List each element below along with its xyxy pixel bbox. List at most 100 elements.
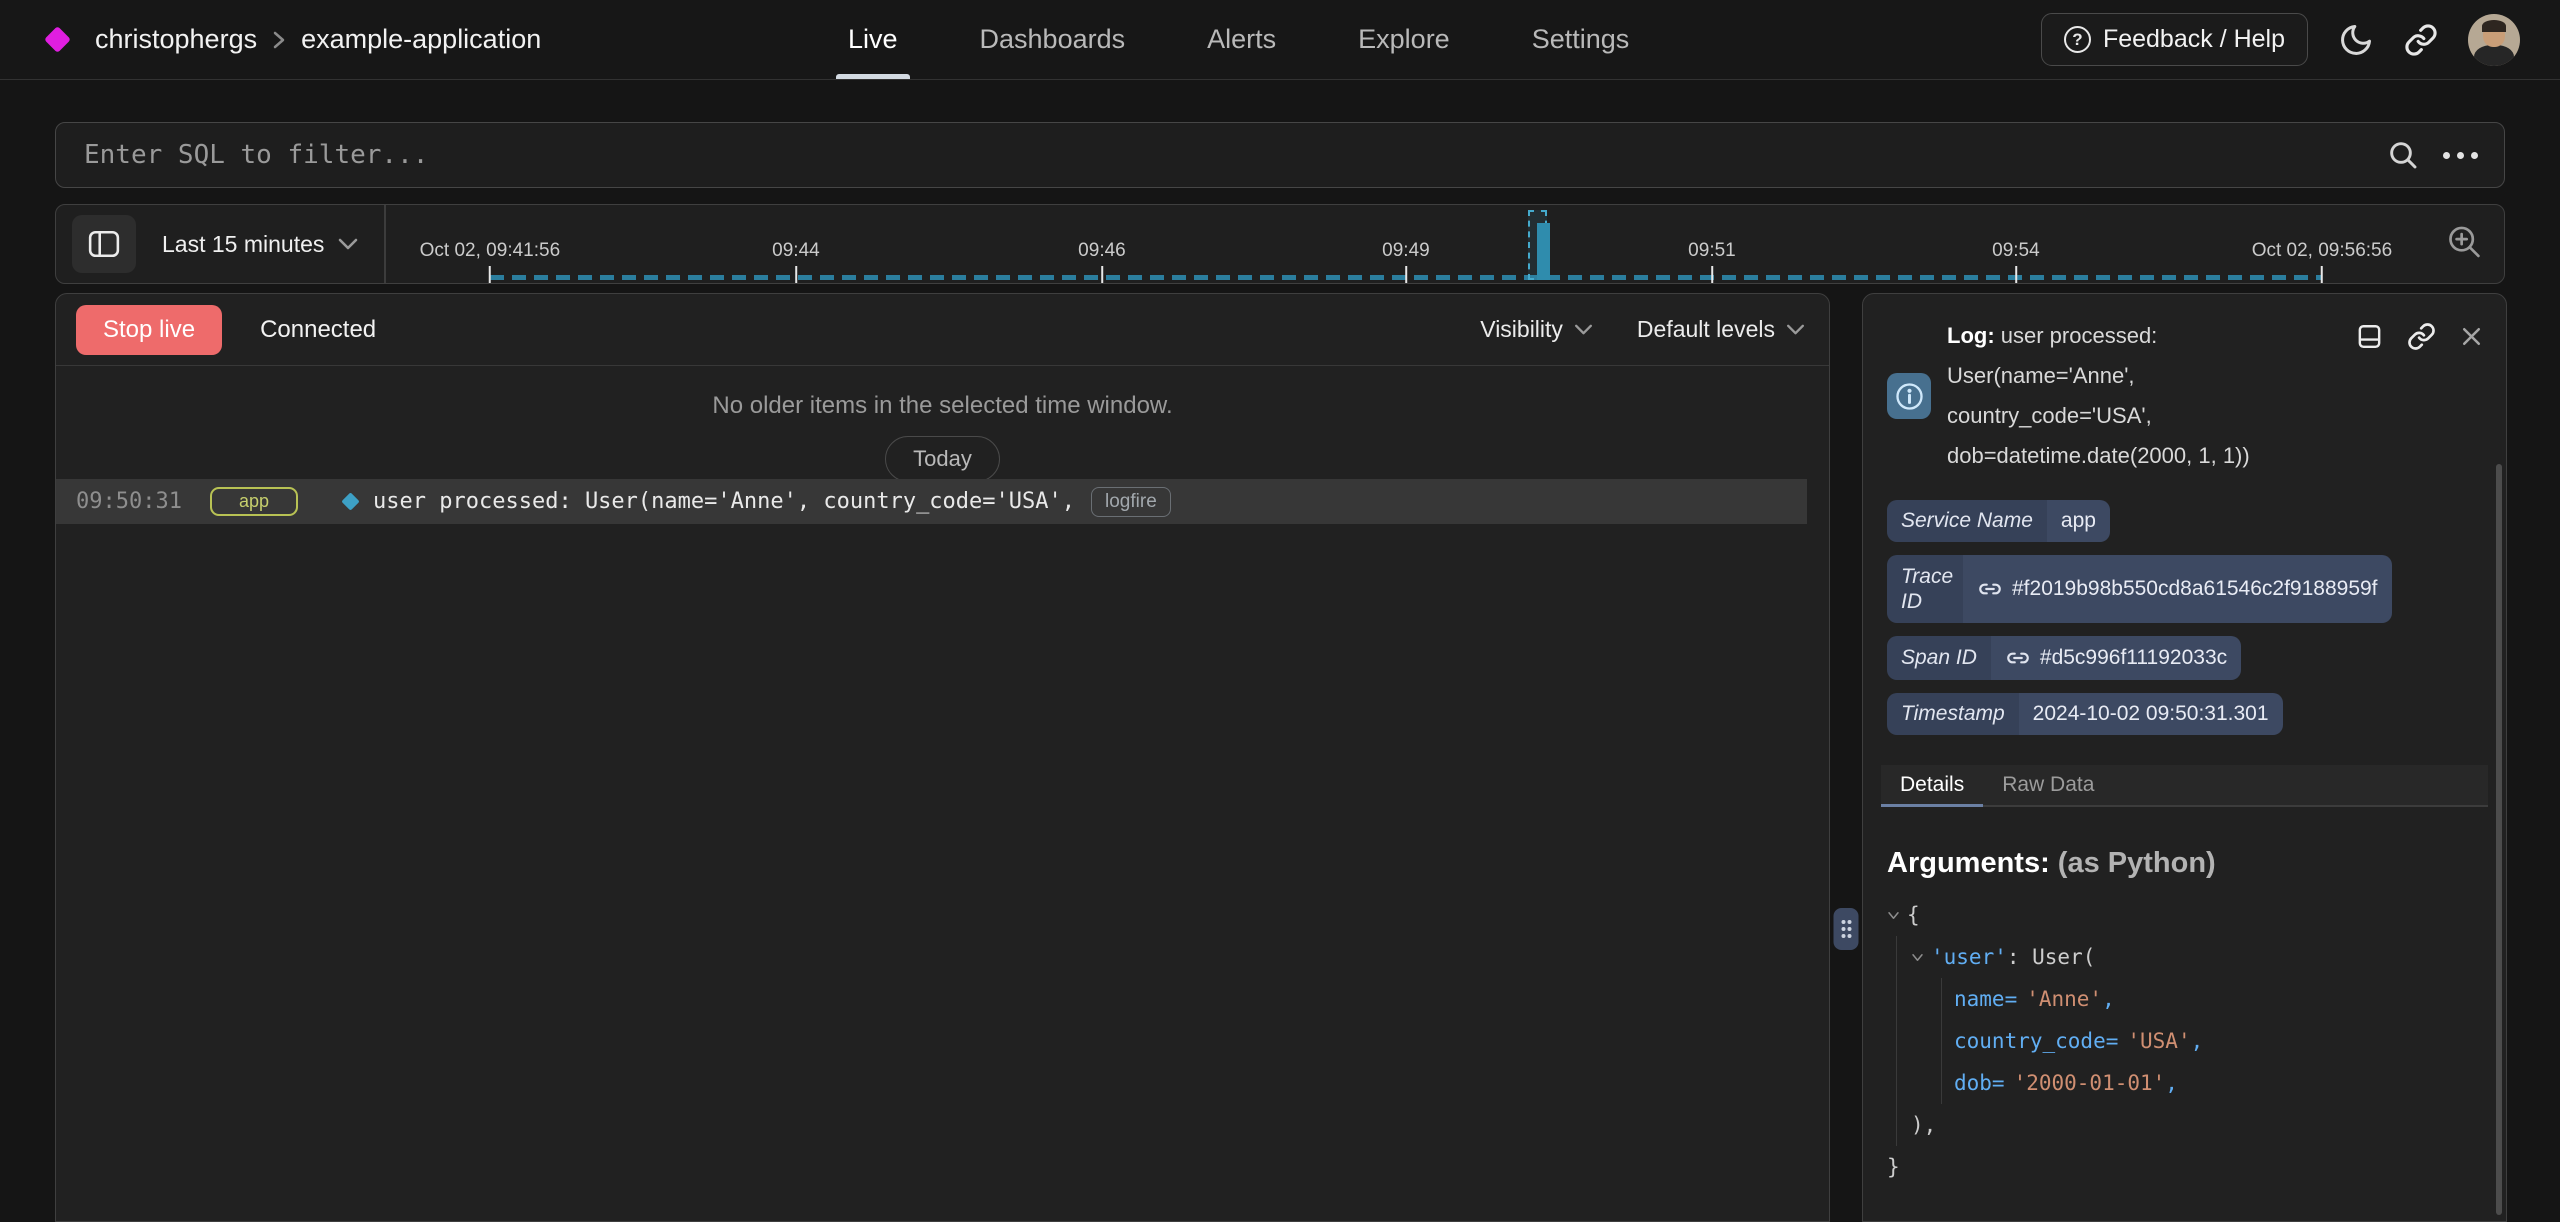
feedback-help-label: Feedback / Help	[2103, 25, 2285, 54]
arguments-code: { 'user': User( name='Anne', country_cod…	[1887, 894, 2488, 1188]
scope-badge[interactable]: logfire	[1091, 487, 1171, 517]
breadcrumb-org[interactable]: christophergs	[95, 24, 257, 55]
detail-tabs: Details Raw Data	[1881, 765, 2488, 807]
resizer-grip-handle[interactable]	[1834, 908, 1859, 950]
log-time: 09:50:31	[76, 489, 182, 514]
timeline-chart[interactable]: Oct 02, 09:41:56 09:44 09:46 09:49 09:51…	[386, 205, 2426, 283]
trace-id-value: #f2019b98b550cd8a61546c2f9188959f	[2012, 577, 2378, 601]
default-levels-dropdown[interactable]: Default levels	[1637, 316, 1805, 343]
live-body: No older items in the selected time wind…	[56, 366, 1829, 1221]
tab-dashboards[interactable]: Dashboards	[980, 0, 1126, 79]
timeline-zoom-button[interactable]	[2440, 223, 2490, 266]
sql-filter-bar	[55, 122, 2505, 188]
tab-raw-data[interactable]: Raw Data	[1983, 765, 2113, 805]
trace-id-pill[interactable]: Trace ID #f2019b98b550cd8a61546c2f918895…	[1887, 555, 2392, 623]
moon-icon	[2338, 22, 2374, 58]
tab-alerts[interactable]: Alerts	[1207, 0, 1276, 79]
code-line: ),	[1911, 1104, 2488, 1146]
filter-actions	[2387, 139, 2478, 171]
topbar: christophergs example-application Live D…	[0, 0, 2560, 80]
live-header: Stop live Connected Visibility Default l…	[56, 294, 1829, 366]
timeline-tick: 09:44	[772, 240, 820, 283]
log-detail-panel: Log: user processed: User(name='Anne', c…	[1862, 293, 2507, 1222]
help-circle-icon: ?	[2064, 26, 2091, 53]
arguments-heading: Arguments: (as Python)	[1887, 847, 2482, 880]
span-id-value: #d5c996f11192033c	[2040, 646, 2227, 670]
share-link-button[interactable]	[2404, 23, 2438, 57]
detail-header-actions	[2355, 322, 2484, 351]
info-icon	[1894, 381, 1925, 412]
sql-filter-input[interactable]	[82, 139, 2371, 171]
tab-details[interactable]: Details	[1881, 765, 1983, 805]
brand: christophergs example-application	[40, 24, 541, 55]
stop-live-button[interactable]: Stop live	[76, 305, 222, 355]
code-line: dob='2000-01-01',	[1954, 1062, 2488, 1104]
service-badge[interactable]: app	[210, 487, 298, 516]
link-icon	[2407, 322, 2436, 351]
chevron-down-icon	[338, 238, 358, 250]
sidebar-toggle-button[interactable]	[72, 215, 136, 273]
tab-explore[interactable]: Explore	[1358, 0, 1450, 79]
copy-link-button[interactable]	[2407, 322, 2436, 351]
log-message: user processed: User(name='Anne', countr…	[373, 489, 1075, 514]
user-avatar[interactable]	[2468, 14, 2520, 66]
feedback-help-button[interactable]: ? Feedback / Help	[2041, 13, 2308, 66]
detail-scrollbar[interactable]	[2496, 464, 2502, 1215]
info-level-chip	[1887, 373, 1931, 419]
breadcrumb: christophergs example-application	[95, 24, 541, 55]
link-icon	[2404, 23, 2438, 57]
detail-title: Log: user processed: User(name='Anne', c…	[1947, 316, 2259, 476]
theme-toggle-button[interactable]	[2338, 22, 2374, 58]
timestamp-pill: Timestamp 2024-10-02 09:50:31.301	[1887, 693, 2283, 735]
close-icon	[2459, 324, 2484, 349]
app-root: christophergs example-application Live D…	[0, 0, 2560, 1222]
code-line[interactable]: {	[1887, 894, 2488, 936]
toggle-layout-button[interactable]	[2355, 322, 2384, 351]
timeline-bar: Last 15 minutes Oct 02, 09:41:56 09:44 0…	[55, 204, 2505, 284]
tab-live[interactable]: Live	[848, 0, 898, 79]
link-icon	[2005, 645, 2031, 671]
panel-resizer[interactable]	[1830, 293, 1862, 1222]
detail-header: Log: user processed: User(name='Anne', c…	[1881, 308, 2488, 482]
visibility-dropdown[interactable]: Visibility	[1480, 316, 1593, 343]
service-name-pill: Service Name app	[1887, 500, 2110, 542]
timeline-tick: 09:49	[1382, 240, 1430, 283]
live-log-panel: Stop live Connected Visibility Default l…	[55, 293, 1830, 1222]
grip-dots-icon	[1839, 918, 1853, 940]
tab-settings[interactable]: Settings	[1532, 0, 1630, 79]
empty-window-notice: No older items in the selected time wind…	[712, 392, 1172, 420]
time-range-label: Last 15 minutes	[162, 231, 324, 258]
avatar-torso	[2474, 45, 2514, 66]
time-range-select[interactable]: Last 15 minutes	[162, 231, 358, 258]
connection-status: Connected	[260, 316, 376, 344]
zoom-in-icon	[2446, 224, 2484, 262]
search-icon[interactable]	[2387, 139, 2419, 171]
timeline-tick: Oct 02, 09:41:56	[420, 240, 561, 283]
code-line: name='Anne',	[1954, 978, 2488, 1020]
link-icon	[1977, 576, 2003, 602]
code-line: }	[1887, 1146, 2488, 1188]
topbar-actions: ? Feedback / Help	[2041, 13, 2520, 66]
chevron-down-icon	[1574, 324, 1593, 335]
timeline-tick: 09:46	[1078, 240, 1126, 283]
panel-left-icon	[88, 230, 120, 258]
main-nav: Live Dashboards Alerts Explore Settings	[848, 0, 1629, 79]
chevron-right-icon	[271, 27, 287, 53]
metadata-pills: Service Name app Trace ID #f2019b98b550c…	[1881, 500, 2488, 735]
caret-down-icon	[1911, 953, 1924, 962]
avatar-hair	[2482, 20, 2506, 32]
caret-down-icon	[1887, 911, 1900, 920]
span-id-pill[interactable]: Span ID #d5c996f11192033c	[1887, 636, 2241, 680]
breadcrumb-project[interactable]: example-application	[301, 24, 541, 55]
log-row[interactable]: 09:50:31 app user processed: User(name='…	[56, 479, 1807, 524]
histogram-bar	[1537, 223, 1550, 280]
code-line[interactable]: 'user': User(	[1911, 936, 2488, 978]
more-options-icon[interactable]	[2443, 152, 2478, 159]
logfire-logo-icon[interactable]	[44, 26, 71, 53]
today-button[interactable]: Today	[885, 436, 1000, 482]
close-panel-button[interactable]	[2459, 324, 2484, 349]
timeline-tick: 09:51	[1688, 240, 1736, 283]
log-level-diamond-icon	[341, 492, 359, 510]
code-line: country_code='USA',	[1954, 1020, 2488, 1062]
timeline-tick: Oct 02, 09:56:56	[2252, 240, 2393, 283]
